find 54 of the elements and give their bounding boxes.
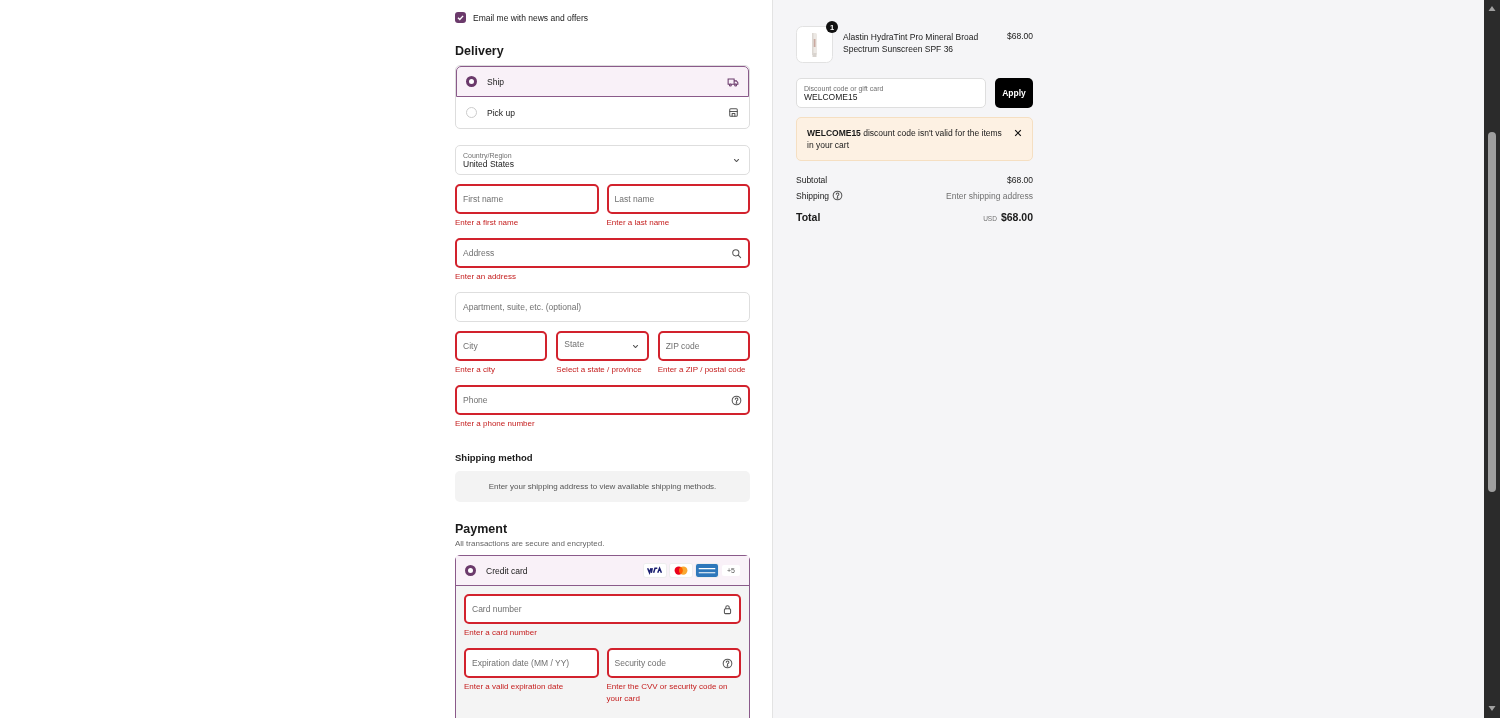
truck-icon — [727, 75, 739, 88]
input-field[interactable]: Phone — [455, 385, 750, 415]
section-subtitle: All transactions are secure and encrypted. — [455, 539, 606, 548]
error-message: Enter a valid expiration date — [464, 681, 565, 693]
alert-message: WELCOME15 discount code isn't valid for the items in your cart — [807, 127, 1003, 151]
apply-button[interactable]: Apply — [995, 78, 1033, 108]
help-icon[interactable] — [731, 394, 742, 406]
summary-value: Enter shipping address — [946, 190, 1033, 201]
radio-button[interactable] — [466, 76, 477, 87]
checkbox[interactable] — [455, 12, 466, 23]
summary-label: Shipping — [796, 190, 830, 201]
input-field[interactable]: Expiration date (MM / YY) — [464, 648, 599, 678]
input-field[interactable]: Last name — [606, 184, 750, 214]
delivery-option[interactable]: Pick up — [456, 97, 749, 128]
close-icon[interactable] — [1014, 129, 1022, 137]
error-message: Enter a last name — [606, 217, 671, 229]
summary-value: $68.00 — [1007, 175, 1033, 185]
input-field[interactable]: City — [455, 331, 548, 361]
help-icon[interactable] — [832, 190, 844, 201]
error-message: Enter a city — [455, 364, 496, 376]
search-icon — [731, 247, 742, 259]
help-icon[interactable] — [722, 657, 733, 669]
radio-button[interactable] — [465, 565, 476, 576]
error-message: Enter a first name — [455, 217, 520, 229]
input-field[interactable]: First name — [455, 184, 599, 214]
error-message: Enter a ZIP / postal code — [657, 364, 747, 376]
delivery-option[interactable]: Ship — [456, 66, 749, 97]
product-name: Alastin HydraTint Pro Mineral Broad Spectrum Sunscreen SPF 36 — [843, 31, 980, 55]
total-label: Total — [796, 211, 821, 223]
summary-label: Subtotal — [796, 175, 828, 185]
error-message: Enter a phone number — [455, 418, 536, 430]
error-message: Select a state / province — [556, 364, 643, 376]
product-price: $68.00 — [1007, 30, 1033, 41]
mastercard-logo-icon — [670, 564, 692, 577]
checkbox-label: Email me with news and offers — [473, 12, 589, 23]
input-field[interactable]: Address — [455, 238, 750, 268]
input-field[interactable]: Card number — [464, 594, 741, 624]
store-icon — [728, 107, 739, 118]
select-field[interactable]: State — [556, 331, 649, 361]
shipping-notice: Enter your shipping address to view available shipping methods. — [455, 471, 750, 502]
error-message: Enter the CVV or security code on your card — [606, 681, 729, 705]
section-heading: Delivery — [455, 44, 505, 58]
section-heading: Payment — [455, 522, 509, 536]
section-heading: Shipping method — [455, 452, 534, 463]
input-field[interactable]: Security code — [606, 648, 741, 678]
input-field[interactable]: Apartment, suite, etc. (optional) — [455, 292, 750, 322]
lock-icon — [722, 603, 733, 615]
total-amount: $68.00 — [1000, 211, 1033, 223]
scrollbar[interactable] — [1484, 0, 1500, 718]
input-field[interactable]: ZIP code — [657, 331, 750, 361]
error-message: Enter a card number — [464, 627, 538, 639]
amex-logo-icon — [696, 564, 718, 577]
error-message: Enter an address — [455, 271, 517, 283]
visa-logo-icon — [644, 564, 666, 577]
